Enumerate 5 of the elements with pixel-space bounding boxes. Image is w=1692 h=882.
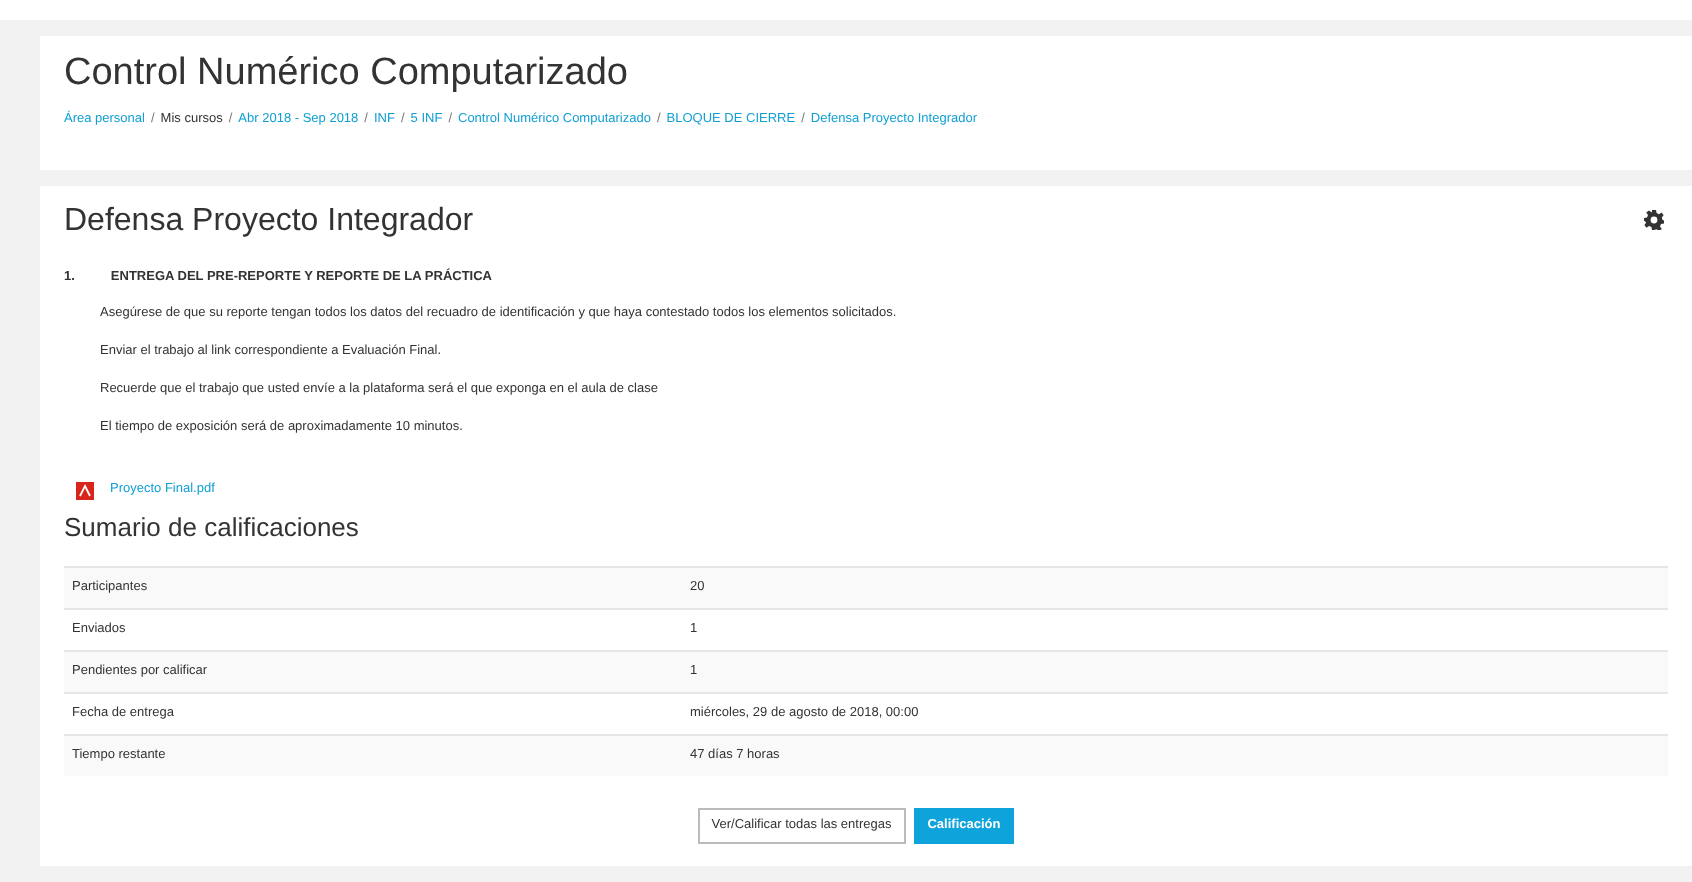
pdf-icon [76,481,94,500]
summary-heading: Sumario de calificaciones [64,512,361,544]
activity-title: Defensa Proyecto Integrador [64,201,474,240]
settings-icon[interactable] [1644,210,1664,231]
page-title: Control Numérico Computarizado [64,52,630,98]
